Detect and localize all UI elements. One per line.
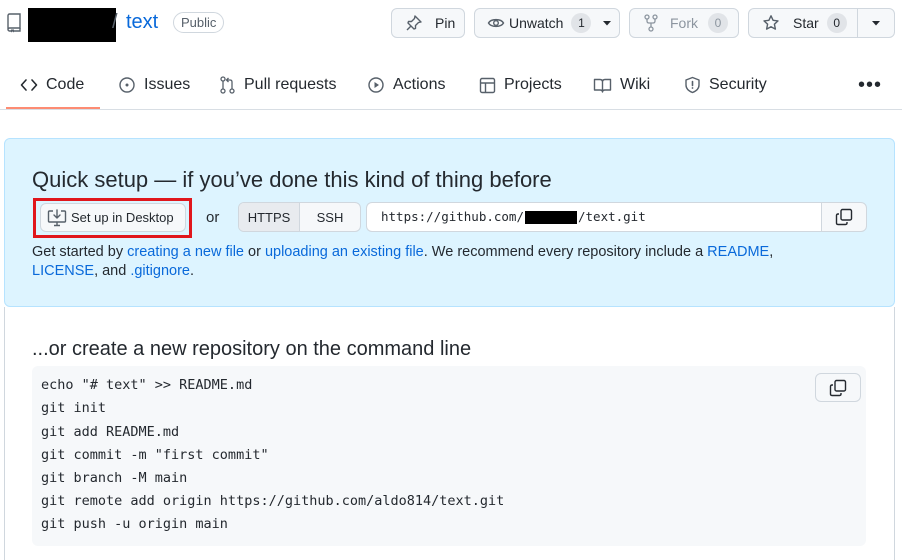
- set-up-in-desktop-label: Set up in Desktop: [71, 210, 174, 225]
- tab-wiki[interactable]: Wiki: [593, 60, 650, 110]
- license-link[interactable]: LICENSE: [32, 263, 94, 279]
- watch-count: 1: [571, 13, 592, 33]
- tab-security-label: Security: [709, 76, 767, 93]
- copy-icon: [835, 208, 853, 226]
- more-tabs-button[interactable]: •••: [858, 74, 882, 97]
- code-line: git push -u origin main: [41, 516, 228, 532]
- url-suffix: /text.git: [578, 209, 646, 224]
- tab-actions-label: Actions: [393, 76, 446, 93]
- repo-header: / text Public Pin Unwatch 1 Fork 0 Star …: [0, 0, 902, 50]
- code-line: git commit -m "first commit": [41, 447, 269, 463]
- pin-label: Pin: [435, 15, 456, 31]
- tab-projects[interactable]: Projects: [479, 60, 562, 110]
- tab-pull-requests-label: Pull requests: [244, 76, 337, 93]
- table-icon: [479, 77, 496, 93]
- code-line: echo "# text" >> README.md: [41, 377, 253, 393]
- get-started-text-6: .: [190, 263, 195, 279]
- chevron-down-icon: [603, 21, 612, 26]
- get-started-text: Get started by creating a new file or up…: [32, 243, 832, 281]
- star-icon: [763, 15, 779, 30]
- active-tab-indicator: [6, 107, 100, 109]
- chevron-down-icon: [872, 21, 880, 26]
- tab-pull-requests[interactable]: Pull requests: [219, 60, 337, 110]
- tab-actions[interactable]: Actions: [367, 60, 445, 110]
- pin-button[interactable]: Pin: [391, 8, 465, 38]
- pin-icon: [406, 15, 422, 31]
- username-redacted: [525, 211, 577, 224]
- readme-link[interactable]: README: [707, 244, 769, 260]
- owner-name-redacted: [28, 8, 116, 42]
- copy-icon: [829, 379, 847, 396]
- pull-request-icon: [220, 76, 235, 94]
- tab-issues-label: Issues: [144, 76, 191, 93]
- clone-url-input[interactable]: https://github.com/ /text.git: [366, 202, 822, 232]
- tab-code[interactable]: Code: [20, 60, 84, 110]
- play-icon: [368, 77, 384, 93]
- star-button[interactable]: Star 0: [748, 8, 858, 38]
- copy-commands-button[interactable]: [815, 373, 861, 402]
- unwatch-label: Unwatch: [509, 15, 564, 31]
- unwatch-button[interactable]: Unwatch 1: [474, 8, 620, 38]
- code-icon: [20, 79, 38, 91]
- command-line-title: ...or create a new repository on the com…: [32, 338, 472, 360]
- repo-icon: [7, 13, 21, 33]
- tab-code-label: Code: [46, 76, 85, 93]
- fork-button[interactable]: Fork 0: [629, 8, 739, 38]
- url-prefix: https://github.com/: [381, 209, 524, 224]
- code-line: git add README.md: [41, 424, 180, 440]
- tab-wiki-label: Wiki: [620, 76, 651, 93]
- fork-count: 0: [708, 13, 728, 33]
- code-line: git remote add origin https://github.com…: [41, 493, 505, 509]
- repo-nav-tabs: Code Issues Pull requests Actions Projec…: [0, 60, 902, 110]
- star-list-dropdown[interactable]: [857, 8, 895, 38]
- code-line: git branch -M main: [41, 470, 188, 486]
- star-label: Star: [793, 15, 819, 31]
- clone-protocol-switch: HTTPS SSH: [238, 202, 361, 232]
- tab-issues[interactable]: Issues: [118, 60, 190, 110]
- get-started-text-4: ,: [769, 244, 774, 260]
- creating-new-file-link[interactable]: creating a new file: [127, 244, 244, 260]
- tab-security[interactable]: Security: [684, 60, 767, 110]
- quick-setup-title: Quick setup — if you’ve done this kind o…: [32, 167, 552, 192]
- gitignore-link[interactable]: .gitignore: [130, 263, 190, 279]
- repo-name-link[interactable]: text: [126, 11, 158, 34]
- desktop-download-icon: [47, 208, 67, 226]
- copy-url-button[interactable]: [821, 202, 867, 232]
- visibility-badge: Public: [173, 12, 225, 33]
- https-button[interactable]: HTTPS: [239, 203, 300, 231]
- fork-icon: [644, 14, 658, 32]
- get-started-text-1: Get started by: [32, 244, 128, 260]
- shield-icon: [685, 76, 700, 94]
- get-started-text-2: or: [243, 244, 265, 260]
- code-line: git init: [41, 400, 107, 416]
- book-icon: [593, 78, 612, 93]
- get-started-text-3: . We recommend every repository include …: [423, 244, 708, 260]
- or-text: or: [206, 209, 220, 226]
- issue-icon: [119, 77, 135, 93]
- fork-label: Fork: [670, 15, 698, 31]
- path-separator: /: [112, 11, 118, 33]
- eye-icon: [487, 18, 505, 28]
- ssh-button[interactable]: SSH: [300, 203, 360, 231]
- tab-projects-label: Projects: [504, 76, 562, 93]
- set-up-in-desktop-button[interactable]: Set up in Desktop: [40, 203, 186, 232]
- star-count: 0: [826, 13, 847, 33]
- get-started-text-5: , and: [94, 263, 131, 279]
- uploading-existing-file-link[interactable]: uploading an existing file: [265, 244, 424, 260]
